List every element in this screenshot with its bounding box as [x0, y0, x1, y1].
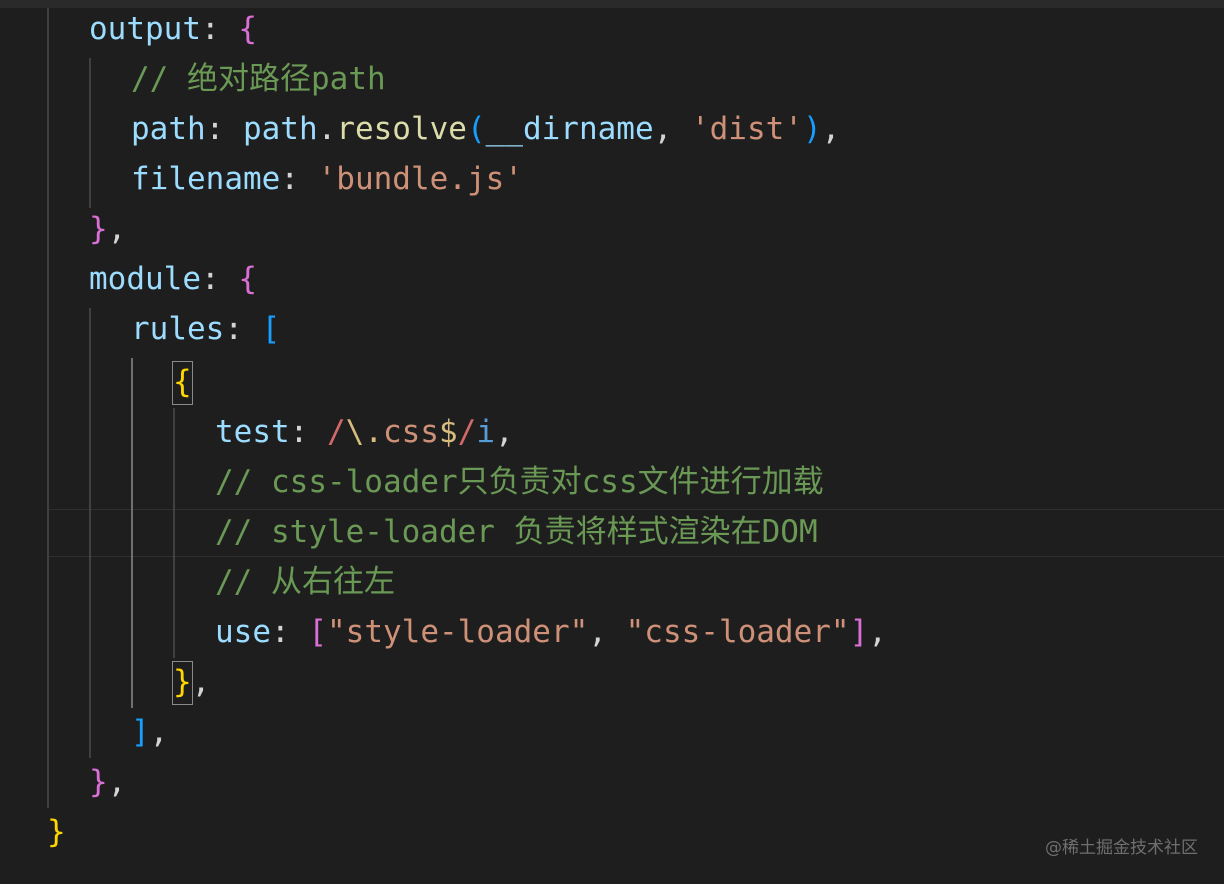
code-line: // 绝对路径path	[131, 54, 386, 104]
indent-guide	[89, 58, 91, 208]
path-object: path	[242, 111, 318, 147]
code-line: output: {	[89, 11, 257, 47]
code-line: {	[173, 364, 192, 400]
regex-body: css	[382, 414, 439, 450]
indent-guide	[173, 408, 175, 658]
code-line: },	[89, 211, 127, 247]
module-key: module	[89, 261, 201, 297]
code-line: // css-loader只负责对css文件进行加载	[215, 457, 824, 507]
code-line: rules: [	[131, 311, 281, 347]
dirname-variable: __dirname	[485, 111, 654, 147]
bundle-string: 'bundle.js'	[317, 161, 523, 197]
comment-css-loader: // css-loader只负责对css文件进行加载	[215, 464, 824, 500]
test-key: test	[215, 414, 290, 450]
dist-string: 'dist'	[690, 111, 803, 147]
rules-key: rules	[131, 311, 225, 347]
code-line: ],	[131, 714, 169, 750]
watermark: @稀土掘金技术社区	[1045, 838, 1198, 858]
indent-guide-active	[131, 358, 133, 708]
code-line: },	[173, 664, 211, 700]
css-loader-string: "css-loader"	[625, 614, 850, 650]
comment-order: // 从右往左	[215, 564, 395, 600]
output-key: output	[89, 11, 201, 47]
resolve-function: resolve	[336, 111, 467, 147]
code-editor[interactable]: output: { // 绝对路径path path: path.resolve…	[0, 0, 1224, 884]
code-line: // 从右往左	[215, 557, 395, 607]
path-key: path	[131, 111, 206, 147]
comment-abs-path: // 绝对路径path	[131, 61, 386, 97]
comment-style-loader: // style-loader 负责将样式渲染在DOM	[215, 514, 818, 550]
filename-key: filename	[131, 161, 281, 197]
code-line: // style-loader 负责将样式渲染在DOM	[215, 507, 818, 557]
regex-flag: i	[476, 414, 495, 450]
code-line: module: {	[89, 261, 257, 297]
code-line: },	[89, 764, 127, 800]
code-line: use: ["style-loader", "css-loader"],	[215, 614, 887, 650]
regex-escape: \.	[345, 414, 383, 450]
style-loader-string: "style-loader"	[327, 614, 589, 650]
indent-guide	[47, 8, 49, 808]
code-line: path: path.resolve(__dirname, 'dist'),	[131, 111, 841, 147]
code-line: }	[47, 814, 66, 850]
code-line: test: /\.css$/i,	[215, 414, 514, 450]
code-line: filename: 'bundle.js'	[131, 161, 523, 197]
use-key: use	[215, 614, 271, 650]
indent-guide	[89, 308, 91, 758]
